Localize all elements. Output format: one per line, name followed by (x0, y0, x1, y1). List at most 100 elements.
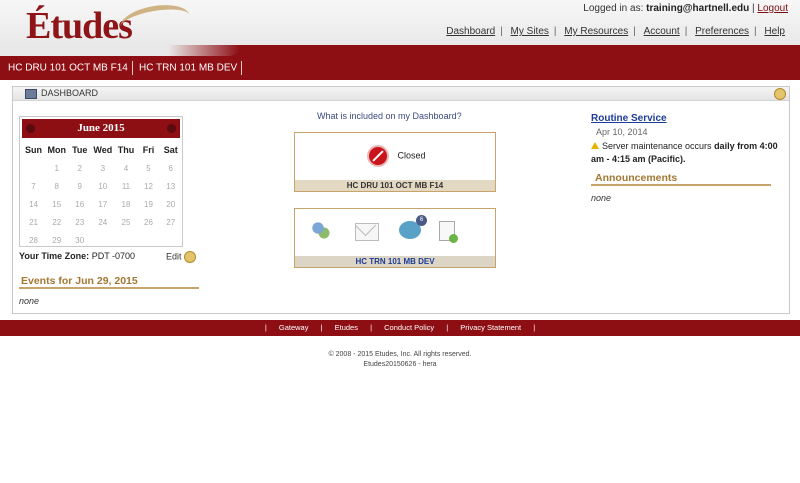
announcements-empty: none (591, 193, 612, 203)
calendar-day[interactable]: 15 (45, 195, 68, 213)
nav-my-resources[interactable]: My Resources (559, 26, 633, 37)
discussion-icon[interactable]: 6 (399, 215, 427, 239)
calendar-day[interactable]: 5 (137, 159, 159, 177)
timezone: Your Time Zone: PDT -0700 (19, 251, 135, 261)
footer-link-privacy[interactable]: Privacy Statement (460, 323, 521, 332)
events-empty: none (19, 296, 40, 306)
calendar-day[interactable] (22, 159, 45, 177)
dashboard-title: DASHBOARD (41, 88, 99, 98)
edit-timezone-button[interactable]: Edit (166, 251, 197, 263)
calendar-day[interactable]: 28 (22, 231, 45, 249)
calendar-day[interactable]: 2 (68, 159, 91, 177)
calendar-day[interactable]: 22 (45, 213, 68, 231)
header: Études Logged in as: training@hartnell.e… (0, 0, 800, 48)
calendar-day[interactable]: 3 (91, 159, 114, 177)
calendar-day[interactable] (137, 231, 159, 249)
weekday: Sat (163, 144, 178, 155)
events-title: Events for Jun 29, 2015 (21, 275, 138, 287)
weekday: Thu (117, 144, 135, 155)
calendar-month: June 2015 (77, 122, 125, 134)
calendar-day[interactable] (115, 231, 138, 249)
calendar-day[interactable]: 12 (137, 177, 159, 195)
routine-service-text: Server maintenance occurs daily from 4:0… (591, 141, 778, 164)
discussion-badge: 6 (416, 215, 427, 226)
routine-service-link[interactable]: Routine Service (591, 113, 667, 124)
timezone-label: Your Time Zone: (19, 251, 90, 261)
calendar-day[interactable]: 8 (45, 177, 68, 195)
calendar-day[interactable]: 19 (137, 195, 159, 213)
weekday: Mon (47, 144, 66, 155)
weekday: Tue (72, 144, 88, 155)
calendar-day[interactable]: 11 (115, 177, 138, 195)
calendar-day[interactable] (159, 231, 182, 249)
site-card-dru[interactable]: Closed HC DRU 101 OCT MB F14 (294, 132, 496, 192)
dashboard-help-link[interactable]: What is included on my Dashboard? (317, 111, 462, 121)
calendar-day[interactable]: 24 (91, 213, 114, 231)
site-tab-trn[interactable]: HC TRN 101 MB DEV (139, 61, 243, 75)
announcements-title: Announcements (595, 172, 678, 184)
divider (19, 287, 199, 289)
logged-in-label: Logged in as: (583, 3, 644, 14)
calendar-day[interactable]: 6 (159, 159, 182, 177)
calendar-day[interactable]: 25 (115, 213, 138, 231)
options-icon[interactable] (774, 88, 786, 100)
mini-calendar: June 2015 Sun Mon Tue Wed Thu Fri Sat 1 … (19, 116, 183, 247)
divider (591, 184, 771, 186)
calendar-day[interactable]: 7 (22, 177, 45, 195)
user-email: training@hartnell.edu (646, 3, 750, 14)
calendar-day[interactable]: 17 (91, 195, 114, 213)
calendar-day[interactable]: 20 (159, 195, 182, 213)
nav-preferences[interactable]: Preferences (690, 26, 754, 37)
calendar-header: June 2015 (22, 119, 180, 138)
site-card-label[interactable]: HC TRN 101 MB DEV (295, 256, 495, 267)
logout-link[interactable]: Logout (757, 3, 788, 14)
calendar-day[interactable]: 1 (45, 159, 68, 177)
calendar-day[interactable]: 27 (159, 213, 182, 231)
timezone-value: PDT -0700 (91, 251, 136, 261)
copyright-text: © 2008 - 2015 Etudes, Inc. All rights re… (328, 351, 472, 358)
assignment-icon[interactable] (439, 221, 458, 243)
site-card-label[interactable]: HC DRU 101 OCT MB F14 (295, 180, 495, 191)
calendar-day[interactable]: 21 (22, 213, 45, 231)
weekday: Fri (142, 144, 155, 155)
prev-month-icon[interactable] (26, 124, 35, 133)
calendar-day[interactable]: 13 (159, 177, 182, 195)
calendar-day[interactable]: 26 (137, 213, 159, 231)
routine-service-date: Apr 10, 2014 (596, 127, 648, 137)
nav-account[interactable]: Account (639, 26, 685, 37)
calendar-day[interactable]: 16 (68, 195, 91, 213)
weekday: Wed (93, 144, 113, 155)
footer-link-conduct[interactable]: Conduct Policy (384, 323, 434, 332)
roster-icon[interactable] (311, 221, 331, 241)
dashboard-icon (25, 89, 37, 99)
calendar-day[interactable]: 18 (115, 195, 138, 213)
calendar-day[interactable] (91, 231, 114, 249)
footer-link-etudes[interactable]: Etudes (335, 323, 358, 332)
version-text: Etudes20150626 - hera (363, 361, 437, 368)
login-status: Logged in as: training@hartnell.edu | Lo… (583, 3, 788, 14)
closed-status: Closed (367, 145, 426, 167)
dashboard-header: DASHBOARD (13, 87, 789, 101)
next-month-icon[interactable] (167, 124, 176, 133)
calendar-day[interactable]: 10 (91, 177, 114, 195)
footer-link-gateway[interactable]: Gateway (279, 323, 309, 332)
copyright: © 2008 - 2015 Etudes, Inc. All rights re… (0, 350, 800, 370)
nav-my-sites[interactable]: My Sites (506, 26, 554, 37)
site-card-trn[interactable]: 6 HC TRN 101 MB DEV (294, 208, 496, 268)
nav-help[interactable]: Help (759, 26, 790, 37)
calendar-day[interactable]: 14 (22, 195, 45, 213)
etudes-logo[interactable]: Études (26, 4, 133, 48)
sites-bar: HC DRU 101 OCT MB F14 HC TRN 101 MB DEV (0, 45, 800, 80)
dashboard-panel: DASHBOARD June 2015 Sun Mon Tue Wed Thu … (12, 86, 790, 314)
calendar-day[interactable]: 29 (45, 231, 68, 249)
calendar-day[interactable]: 23 (68, 213, 91, 231)
site-tab-dru[interactable]: HC DRU 101 OCT MB F14 (8, 61, 133, 75)
mail-icon[interactable] (355, 223, 379, 241)
calendar-day[interactable]: 30 (68, 231, 91, 249)
weekday: Sun (25, 144, 43, 155)
nav-dashboard[interactable]: Dashboard (441, 26, 500, 37)
calendar-day[interactable]: 4 (115, 159, 138, 177)
edit-icon (184, 251, 197, 263)
calendar-day[interactable]: 9 (68, 177, 91, 195)
footer-bar: | Gateway | Etudes | Conduct Policy | Pr… (0, 320, 800, 336)
